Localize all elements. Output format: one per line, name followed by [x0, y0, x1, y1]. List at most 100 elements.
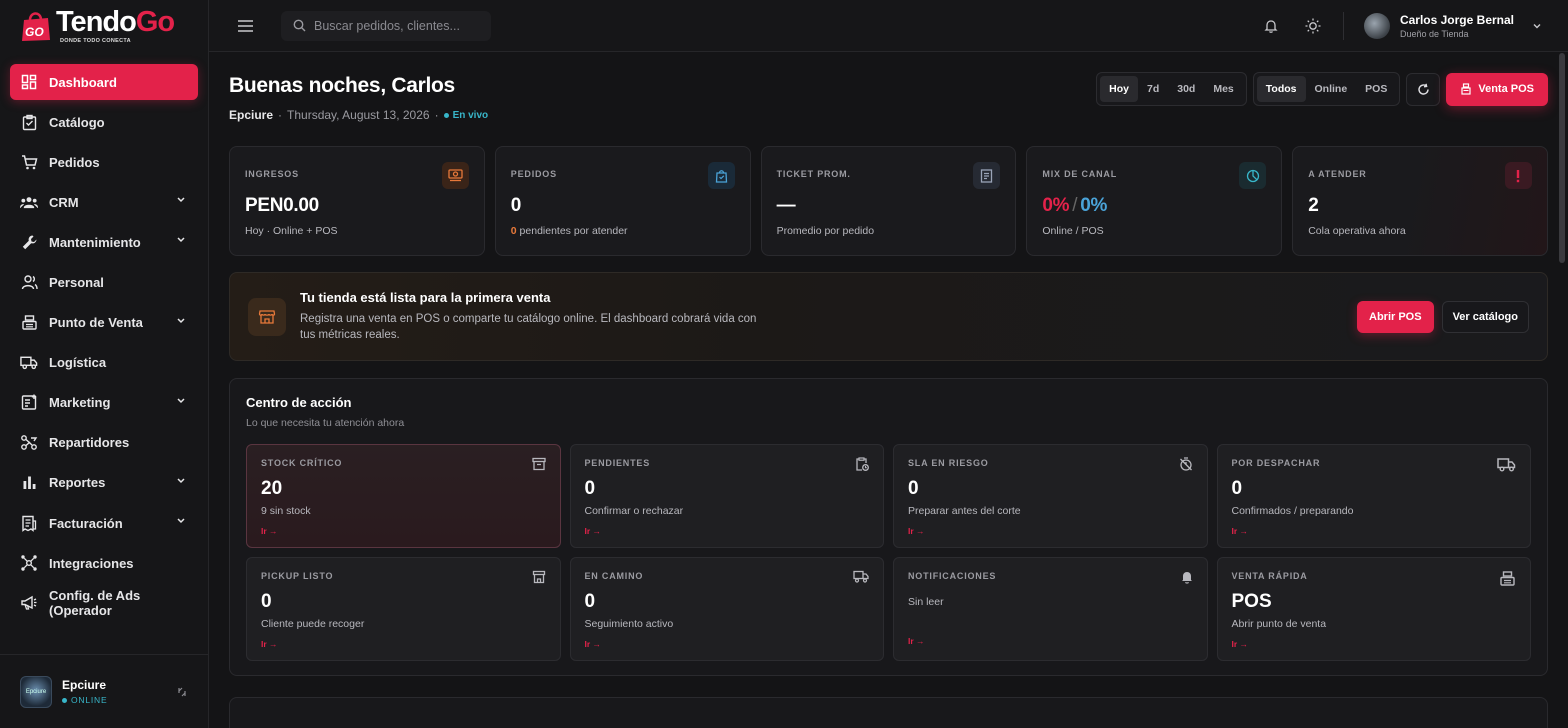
sidebar-item-dashboard[interactable]: Dashboard — [10, 64, 198, 100]
store-icon — [532, 570, 546, 589]
sidebar-item-catálogo[interactable]: Catálogo — [10, 104, 198, 140]
chevron-down-icon[interactable] — [176, 517, 186, 525]
action-card-stock-cr-tico[interactable]: STOCK CRÍTICO 20 9 sin stock Ir → — [246, 444, 561, 548]
sidebar-item-config[interactable]: Config. de Ads (Operador — [10, 585, 198, 621]
action-card-label: SLA EN RIESGO — [908, 458, 989, 468]
action-card-link[interactable]: Ir → — [1232, 639, 1517, 649]
action-card-link[interactable]: Ir → — [908, 636, 1193, 646]
sidebar-item-punto[interactable]: Punto de Venta — [10, 305, 198, 341]
user-role: Dueño de Tienda — [1399, 28, 1469, 39]
user-avatar[interactable] — [1363, 12, 1390, 39]
sidebar-item-repartidores[interactable]: Repartidores — [10, 425, 198, 461]
chevron-down-icon[interactable] — [176, 236, 186, 244]
kpi-value: 0 — [510, 195, 522, 216]
store-switcher[interactable]: Epciure Epciure ONLINE — [0, 654, 208, 728]
chevron-down-icon[interactable] — [1532, 22, 1542, 30]
kpi-label: MIX DE CANAL — [1042, 169, 1117, 179]
sidebar-item-integraciones[interactable]: Integraciones — [10, 545, 198, 581]
sidebar-item-label: CRM — [49, 194, 79, 210]
action-card-link[interactable]: Ir → — [1232, 526, 1517, 536]
sidebar-nav: Dashboard Catálogo Pedidos CRM Mantenimiento… — [0, 52, 208, 654]
action-card-link[interactable]: Ir → — [261, 639, 546, 649]
chevron-down-icon[interactable] — [176, 477, 186, 485]
action-card-link[interactable]: Ir → — [585, 639, 870, 649]
pos-sale-button[interactable]: Venta POS — [1446, 72, 1548, 106]
sidebar-item-marketing[interactable]: Marketing — [10, 385, 198, 421]
period-7d[interactable]: 7d — [1138, 76, 1168, 102]
action-card-description: Sin leer — [908, 596, 944, 608]
alert-icon — [1504, 162, 1532, 189]
user-menu[interactable]: Carlos Jorge Bernal Dueño de Tienda — [1400, 13, 1514, 39]
action-card-description: Abrir punto de venta — [1231, 618, 1327, 630]
action-card-value: 0 — [261, 591, 272, 612]
switch-arrows-icon[interactable] — [176, 686, 188, 698]
open-pos-button[interactable]: Abrir POS — [1357, 300, 1434, 333]
sidebar-item-mantenimiento[interactable]: Mantenimiento — [10, 224, 198, 260]
period-selector: Hoy 7d 30d Mes — [1096, 72, 1247, 106]
sidebar-item-pedidos[interactable]: Pedidos — [10, 144, 198, 180]
clipboard-clock-icon — [855, 457, 869, 476]
action-card-venta-r-pida[interactable]: VENTA RÁPIDA POS Abrir punto de venta Ir → — [1216, 557, 1531, 661]
sidebar-item-crm[interactable]: CRM — [10, 184, 198, 220]
view-catalog-button[interactable]: Ver catálogo — [1441, 300, 1529, 333]
kpi-card-ticket-prom[interactable]: TICKET PROM. — Promedio por pedido — [760, 146, 1017, 256]
bell-icon — [1181, 570, 1193, 589]
sidebar-item-logística[interactable]: Logística — [10, 345, 198, 381]
catalog-icon — [20, 113, 38, 131]
channel-pos[interactable]: POS — [1356, 76, 1396, 102]
action-card-description: Preparar antes del corte — [908, 505, 1021, 517]
channel-todos[interactable]: Todos — [1256, 76, 1306, 102]
period-hoy[interactable]: Hoy — [1100, 76, 1138, 102]
period-mes[interactable]: Mes — [1204, 76, 1242, 102]
action-card-link[interactable]: Ir → — [261, 526, 546, 536]
theme-toggle-button[interactable] — [1301, 14, 1325, 38]
action-card-por-despachar[interactable]: POR DESPACHAR 0 Confirmados / preparando Ir… — [1216, 444, 1531, 548]
sidebar: GO TendoGo DONDE TODO CONECTA Dashboard C… — [0, 0, 209, 728]
sidebar-item-facturación[interactable]: Facturación — [10, 505, 198, 541]
kpi-card-ingresos[interactable]: INGRESOS PEN0.00 Hoy · Online + POS — [229, 146, 485, 256]
action-card-description: 9 sin stock — [261, 505, 311, 517]
action-card-value: 0 — [584, 591, 596, 612]
action-card-value: 0 — [584, 478, 596, 499]
sidebar-item-personal[interactable]: Personal — [10, 264, 198, 300]
brand-logo[interactable]: GO TendoGo DONDE TODO CONECTA — [0, 0, 208, 52]
kpi-card-a-atender[interactable]: A ATENDER 2 Cola operativa ahora — [1292, 146, 1548, 256]
integrations-icon — [20, 554, 38, 572]
action-card-notificaciones[interactable]: NOTIFICACIONES Sin leer Ir → — [893, 557, 1208, 661]
period-30d[interactable]: 30d — [1168, 76, 1204, 102]
store-name: Epciure — [62, 678, 107, 692]
kpi-card-mix-de-canal[interactable]: MIX DE CANAL 0%/0% Online / POS — [1026, 146, 1283, 256]
chevron-down-icon[interactable] — [176, 397, 186, 405]
search-input[interactable] — [314, 18, 484, 33]
sidebar-item-label: Pedidos — [49, 154, 100, 170]
scrollbar[interactable] — [1559, 53, 1565, 263]
action-card-pendientes[interactable]: PENDIENTES 0 Confirmar o rechazar Ir → — [569, 444, 884, 548]
channel-selector: Todos Online POS — [1252, 72, 1401, 106]
action-card-value: 20 — [261, 478, 283, 499]
action-card-link[interactable]: Ir → — [908, 526, 1193, 536]
search-box[interactable] — [281, 10, 491, 41]
menu-icon[interactable] — [237, 19, 255, 33]
chevron-down-icon[interactable] — [176, 196, 186, 204]
channel-online[interactable]: Online — [1306, 76, 1357, 102]
marketing-icon — [20, 394, 38, 412]
refresh-button[interactable] — [1406, 72, 1441, 106]
kpi-card-pedidos[interactable]: PEDIDOS 0 0 pendientes por atender — [494, 146, 751, 256]
megaphone-icon — [20, 594, 38, 612]
action-card-pickup-listo[interactable]: PICKUP LISTO 0 Cliente puede recoger Ir → — [246, 557, 561, 661]
action-card-link[interactable]: Ir → — [585, 526, 870, 536]
sidebar-item-label: Logística — [49, 355, 107, 371]
sidebar-item-label: Catálogo — [49, 114, 105, 130]
sidebar-item-reportes[interactable]: Reportes — [10, 465, 198, 501]
sidebar-item-label: Integraciones — [49, 555, 134, 571]
bar-chart-icon — [20, 474, 38, 492]
register-icon — [1461, 83, 1471, 95]
pie-icon — [1239, 162, 1267, 189]
store-status: ONLINE — [62, 695, 176, 705]
notifications-button[interactable] — [1259, 14, 1283, 38]
chevron-down-icon[interactable] — [176, 317, 186, 325]
archive-icon — [531, 457, 546, 476]
refresh-icon — [1418, 83, 1429, 95]
action-card-sla-en-riesgo[interactable]: SLA EN RIESGO 0 Preparar antes del corte Ir… — [893, 444, 1208, 548]
action-card-en-camino[interactable]: EN CAMINO 0 Seguimiento activo Ir → — [569, 557, 884, 661]
